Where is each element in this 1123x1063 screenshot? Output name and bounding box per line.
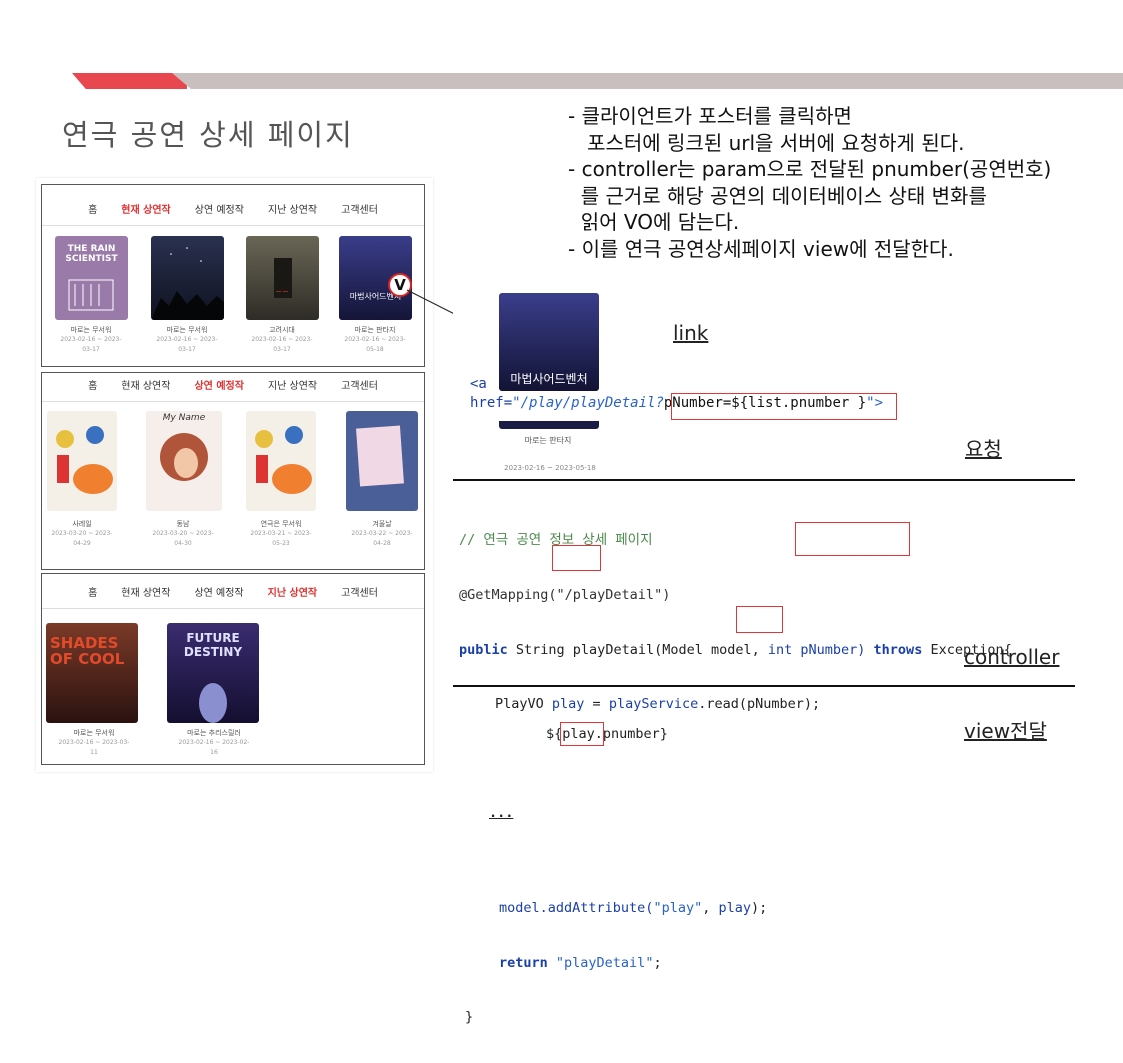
code-text: = [584, 696, 609, 713]
code-var: play [718, 900, 751, 917]
code-ellipsis: ... [489, 805, 514, 822]
code-vo-line: PlayVO play = playService.read(pNumber); [459, 695, 1012, 713]
code-kw: return [499, 954, 548, 971]
controller-label: controller [964, 645, 1060, 669]
code-text: String playDetail(Model model, [507, 641, 768, 658]
code-kw: throws [865, 641, 923, 658]
code-add-attribute: model.addAttribute("play", play); [459, 899, 1012, 917]
code-brace: } [465, 1009, 474, 1026]
highlight-view-var [560, 722, 604, 746]
separator [453, 685, 1075, 687]
code-a-open: <a [470, 376, 487, 392]
code-annotation: @GetMapping("/playDetail") [459, 587, 671, 604]
separator [453, 479, 1075, 481]
poster-caption: 마로는 판타지 [524, 436, 572, 445]
code-comment: // 연극 공연 정보 상세 페이지 [459, 532, 653, 549]
code-var: play [551, 696, 585, 713]
code-param: int pNumber) [767, 641, 866, 658]
code-blank [459, 750, 1012, 768]
code-blank [459, 859, 1012, 863]
view-label: view전달 [964, 719, 1047, 743]
code-text: ; [653, 954, 662, 971]
code-text: .read(pNumber); [698, 696, 821, 713]
code-text: ); [751, 900, 768, 917]
code-explanation-panel: 마법사어드벤처 마로는 판타지 2023-02-16 ~ 2023-05-18 … [453, 283, 1075, 1025]
code-href-attr: href= [470, 395, 513, 411]
code-text: .pnumber} [594, 726, 668, 742]
code-signature: public String playDetail(Model model, in… [459, 641, 1012, 659]
controller-code: // 연극 공연 정보 상세 페이지 @GetMapping("/playDet… [459, 495, 1012, 1063]
poster-sub: 2023-02-16 ~ 2023-05-18 [504, 464, 596, 472]
code-poster-strip [499, 421, 599, 429]
code-kw: public [459, 641, 508, 658]
code-return: return "playDetail"; [459, 954, 1012, 972]
highlight-add-var [736, 606, 783, 633]
highlight-var [552, 545, 601, 571]
request-label: 요청 [965, 437, 1002, 461]
link-label: link [673, 321, 709, 345]
code-string: "play" [653, 900, 703, 917]
code-text: model.addAttribute( [499, 900, 654, 917]
highlight-href-param [671, 393, 897, 420]
highlight-param [795, 522, 910, 556]
code-service: playService [608, 696, 699, 713]
code-text: , [702, 900, 719, 917]
code-string: "playDetail" [547, 954, 654, 971]
code-href-value: "/play/playDetail? [512, 395, 664, 411]
code-text: PlayVO [495, 696, 552, 713]
